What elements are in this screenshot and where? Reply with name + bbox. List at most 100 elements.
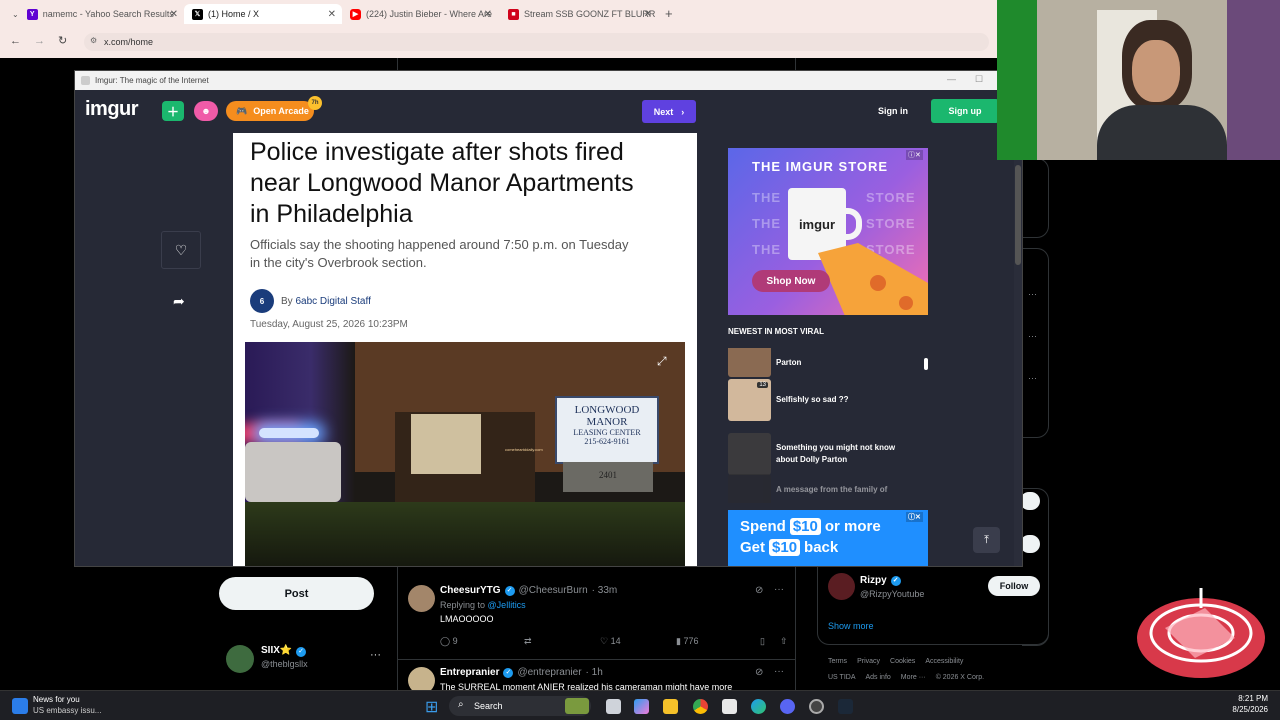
copilot-icon[interactable] (634, 699, 649, 714)
chrome-icon[interactable] (693, 699, 708, 714)
viral-scrollbar[interactable] (924, 358, 928, 370)
back-to-top-button[interactable]: ⤒ (973, 527, 1000, 553)
news-subtitle[interactable]: US embassy issu... (33, 706, 101, 715)
arrow-up-icon: ⤒ (984, 533, 989, 546)
minimize-icon[interactable]: — (947, 74, 956, 84)
footer-cookies[interactable]: Cookies (890, 658, 915, 665)
follow-button-partial[interactable] (1020, 535, 1040, 553)
viral-item[interactable]: Parton (728, 348, 930, 378)
taskbar-search[interactable]: ⌕ Search (449, 696, 591, 716)
viral-item[interactable]: Something you might not know about Dolly… (728, 432, 930, 476)
article-image[interactable]: Police investigate after shots fired nea… (233, 133, 697, 566)
viral-item[interactable]: 13 Selfishly so sad ?? (728, 378, 930, 422)
back-icon[interactable]: ← (10, 35, 21, 47)
reply-action[interactable]: ◯ 9 (440, 636, 524, 647)
close-icon[interactable]: ✕ (484, 9, 492, 20)
footer-terms[interactable]: Terms (828, 658, 847, 665)
tweet-author[interactable]: CheesurYTG (440, 585, 501, 596)
avatar[interactable] (408, 585, 435, 612)
grok-icon[interactable]: ⊘ (755, 667, 763, 678)
avatar[interactable] (226, 645, 254, 673)
imgur-logo[interactable]: imgur (85, 98, 139, 121)
tab-soundcloud[interactable]: ■ Stream SSB GOONZ FT BLURR ✕ (502, 4, 658, 24)
more-icon[interactable]: ··· (1028, 373, 1037, 383)
forward-icon[interactable]: → (34, 35, 45, 47)
footer-more[interactable]: More ··· (901, 674, 926, 681)
windows-start-icon[interactable]: ⊞ (425, 697, 438, 717)
maximize-icon[interactable]: ☐ (975, 74, 983, 85)
sign-in-link[interactable]: Sign in (865, 101, 921, 121)
retweet-icon[interactable]: ⇄ (524, 636, 600, 647)
spend-ad[interactable]: Spend $10 or more Get $10 back ⓘ✕ (728, 510, 928, 566)
more-icon[interactable]: ··· (1028, 331, 1037, 341)
tab-yahoo[interactable]: ⌄ Y namemc - Yahoo Search Results ✕ (4, 4, 184, 24)
avatar[interactable] (828, 573, 855, 600)
shop-now-button[interactable]: Shop Now (752, 270, 830, 292)
task-view-icon[interactable] (606, 699, 621, 714)
store-icon[interactable] (722, 699, 737, 714)
more-icon[interactable]: ··· (370, 649, 381, 661)
ad-choices-icon[interactable]: ⓘ✕ (906, 512, 923, 522)
obs-icon[interactable] (809, 699, 824, 714)
footer-accessibility[interactable]: Accessibility (925, 658, 963, 665)
sign-line: 215-624-9161 (584, 437, 630, 446)
scrollbar-thumb[interactable] (1015, 165, 1021, 265)
tab-x-home[interactable]: 𝕏 (1) Home / X ✕ (184, 4, 342, 24)
posters (1227, 0, 1280, 160)
clock-time[interactable]: 8:21 PM (1230, 694, 1268, 703)
show-more-link[interactable]: Show more (828, 621, 874, 631)
tweet-handle[interactable]: @CheesurBurn (519, 585, 588, 596)
expand-icon[interactable]: ⤢ (657, 354, 667, 369)
bookmark-icon[interactable]: ▯ (760, 636, 780, 647)
more-icon[interactable]: ··· (774, 584, 784, 595)
suggestion-name[interactable]: Rizpy (860, 575, 887, 586)
news-widget-icon[interactable] (12, 698, 28, 714)
file-explorer-icon[interactable] (663, 699, 678, 714)
chevron-down-icon[interactable]: ⌄ (12, 10, 19, 19)
ad-choices-icon[interactable]: ⓘ✕ (906, 150, 923, 160)
tweet[interactable]: CheesurYTG ✓ @CheesurBurn · 33m ⊘ ··· Re… (398, 575, 795, 660)
close-icon[interactable]: ✕ (328, 9, 336, 20)
tweet-handle[interactable]: @entrepranier (517, 667, 581, 678)
views-action[interactable]: ▮ 776 (676, 636, 760, 647)
footer-ads-info[interactable]: Ads info (866, 674, 891, 681)
like-action[interactable]: ♡ 14 (600, 636, 676, 647)
reply-handle[interactable]: @Jellitics (488, 600, 526, 610)
ad-repeat-word: THE (752, 216, 781, 231)
share-icon[interactable]: ➦ (173, 293, 185, 310)
more-icon[interactable]: ··· (774, 666, 784, 677)
tweet-author[interactable]: Entrepranier (440, 667, 499, 678)
news-title[interactable]: News for you (33, 695, 80, 704)
follow-button-partial[interactable] (1020, 492, 1040, 510)
clock-date[interactable]: 8/25/2026 (1220, 705, 1268, 714)
edge-icon[interactable] (751, 699, 766, 714)
address-bar[interactable]: ⚙ x.com/home (84, 33, 989, 51)
footer-privacy[interactable]: Privacy (857, 658, 880, 665)
more-icon[interactable]: ··· (1028, 289, 1037, 299)
follow-button[interactable]: Follow (988, 576, 1040, 596)
viral-item[interactable]: A message from the family of (728, 473, 930, 503)
open-arcade-button[interactable]: 🎮 Open Arcade (226, 101, 314, 121)
new-post-button[interactable]: ＋ (162, 101, 184, 121)
steam-icon[interactable] (838, 699, 853, 714)
share-icon[interactable]: ⇧ (780, 636, 788, 647)
discord-icon[interactable] (780, 699, 795, 714)
avatar[interactable] (408, 667, 435, 690)
tab-youtube[interactable]: ▶ (224) Justin Bieber - Where Are ✕ (344, 4, 498, 24)
close-icon[interactable]: ✕ (170, 9, 178, 20)
tweet[interactable]: Entrepranier ✓ @entrepranier · 1h ⊘ ··· … (398, 660, 795, 690)
footer-region[interactable]: US TIDA (828, 674, 856, 681)
author-link[interactable]: 6abc Digital Staff (295, 296, 370, 307)
scrollbar-track[interactable] (1014, 159, 1022, 566)
site-info-icon[interactable]: ⚙ (90, 36, 97, 45)
imgur-store-ad[interactable]: THE IMGUR STORE THE STORE THE STORE THE STO… (728, 148, 928, 315)
next-button[interactable]: Next › (642, 100, 696, 123)
emoji-button[interactable]: ☻ (194, 101, 218, 121)
reload-icon[interactable]: ↻ (58, 34, 67, 47)
close-icon[interactable]: ✕ (644, 9, 652, 20)
new-tab-button[interactable]: + (665, 6, 673, 21)
post-button[interactable]: Post (219, 577, 374, 610)
favorite-button[interactable]: ♡ (161, 231, 201, 269)
sign-up-button[interactable]: Sign up (931, 99, 999, 123)
grok-icon[interactable]: ⊘ (755, 585, 763, 596)
